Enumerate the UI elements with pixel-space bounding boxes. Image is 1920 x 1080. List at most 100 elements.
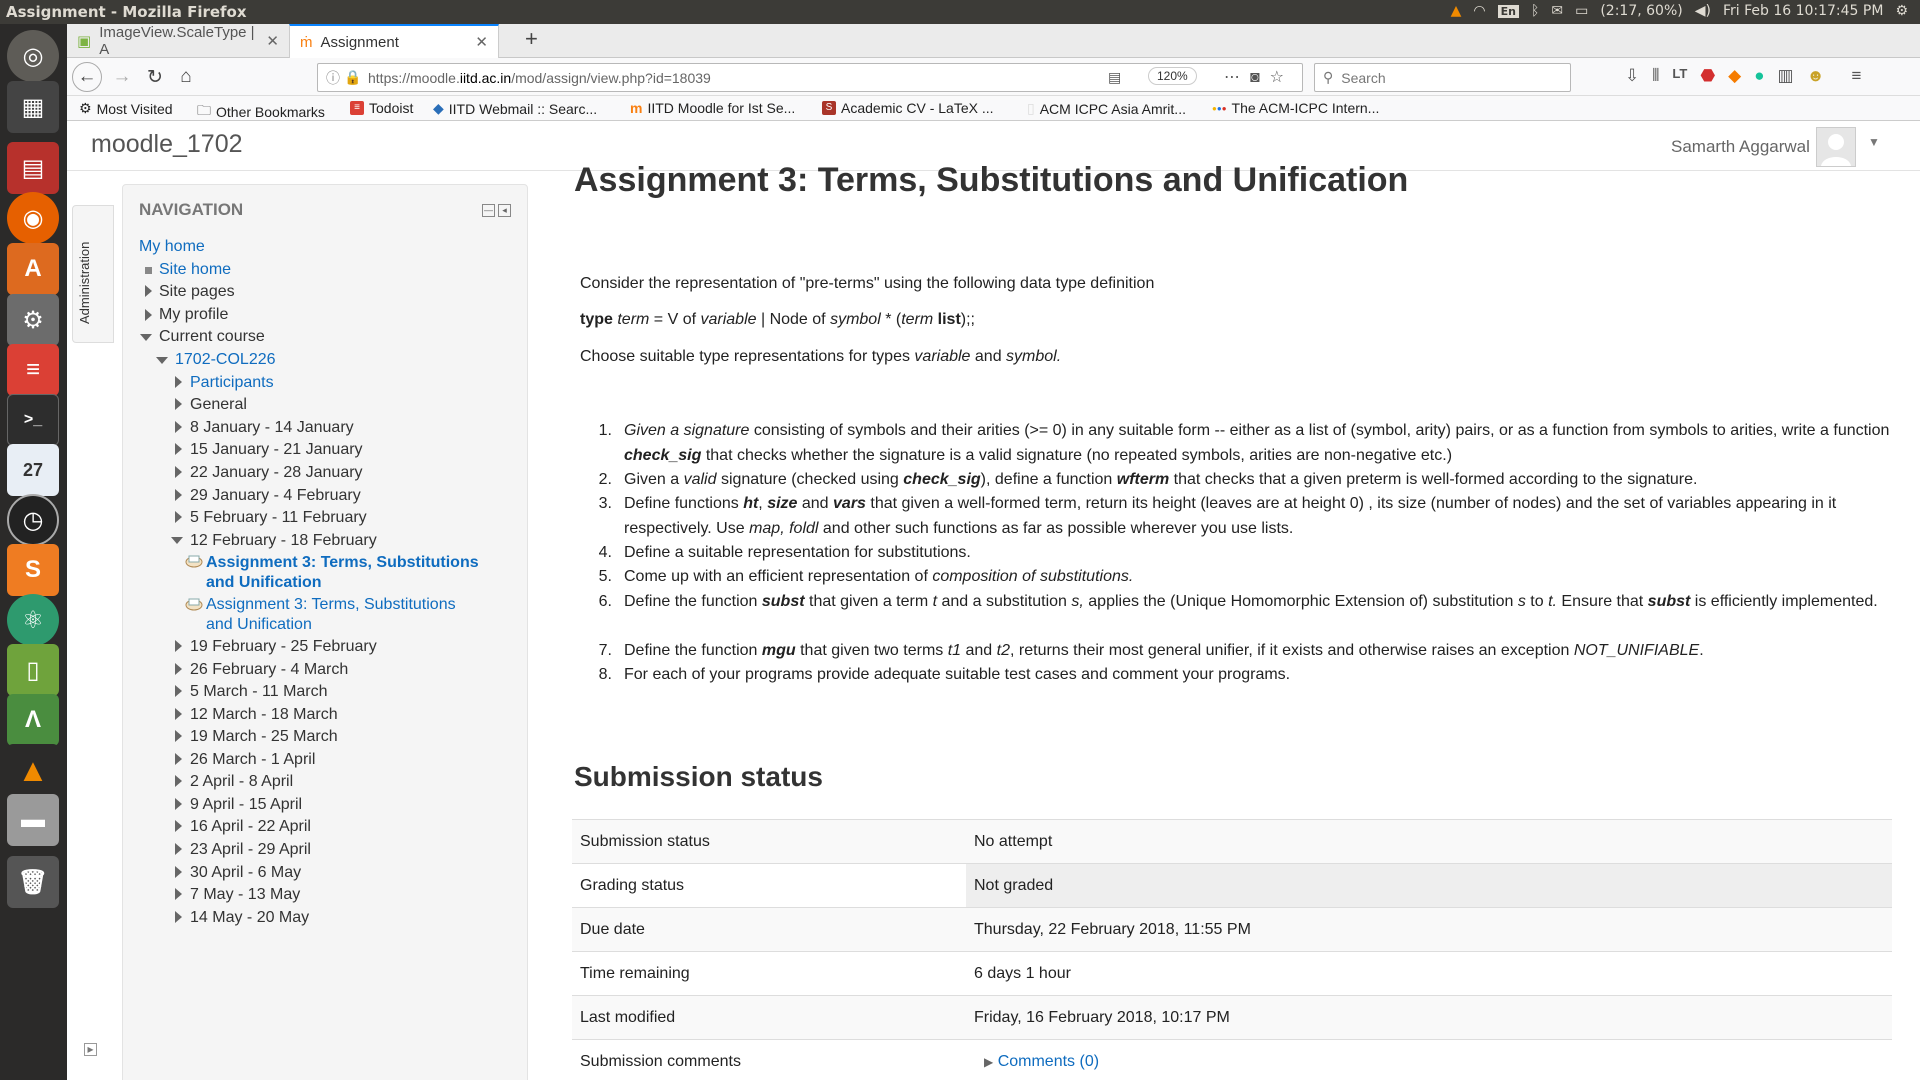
close-tab-icon[interactable]: ✕ — [266, 32, 279, 50]
tab-imageview[interactable]: ▣ ImageView.ScaleType | A ✕ — [67, 24, 289, 58]
nav-week[interactable]: 12 March - 18 March — [190, 704, 338, 725]
menu-icon[interactable]: ≡ — [1851, 66, 1861, 86]
disk-drive-icon[interactable]: ▬ — [7, 794, 59, 846]
settings-icon[interactable]: ⚙ — [7, 294, 59, 346]
trash-icon[interactable]: 🗑 — [7, 856, 59, 908]
vlc-icon[interactable]: ▲ — [7, 744, 59, 796]
user-menu-caret-icon[interactable]: ▼ — [1868, 135, 1880, 149]
volume-icon[interactable]: ◀) — [1695, 3, 1711, 19]
nav-my-home[interactable]: My home — [139, 236, 205, 257]
nav-week[interactable]: 5 March - 11 March — [190, 681, 328, 702]
nav-assignment-active[interactable]: Assignment 3: Terms, Substitutions — [206, 552, 479, 573]
nav-assignment-active-line2[interactable]: and Unification — [206, 572, 322, 593]
back-button[interactable]: ← — [72, 62, 102, 92]
collapse-block-icon[interactable]: — — [482, 204, 495, 217]
downloads-icon[interactable]: ⇩ — [1625, 66, 1639, 86]
site-name[interactable]: moodle_1702 — [91, 130, 243, 159]
sublime-text-icon[interactable]: S — [7, 544, 59, 596]
bookmark-iitd-webmail[interactable]: ◆ IITD Webmail :: Searc... — [433, 100, 597, 117]
zoom-indicator[interactable]: 120% — [1148, 67, 1197, 85]
nav-site-home[interactable]: Site home — [159, 259, 231, 280]
bookmark-star-icon[interactable]: ☆ — [1270, 69, 1294, 86]
terminal-icon[interactable]: >_ — [7, 394, 59, 446]
nav-week[interactable]: 2 April - 8 April — [190, 771, 293, 792]
software-center-icon[interactable]: A — [7, 243, 59, 295]
bookmark-most-visited[interactable]: ⚙ Most Visited — [79, 100, 173, 117]
firefox-icon[interactable]: ◉ — [7, 192, 59, 244]
nav-week[interactable]: 16 April - 22 April — [190, 816, 311, 837]
reload-button[interactable]: ↻ — [142, 64, 168, 90]
nav-week[interactable]: 26 March - 1 April — [190, 749, 315, 770]
clock[interactable]: Fri Feb 16 10:17:45 PM — [1723, 3, 1883, 19]
bluetooth-icon[interactable]: ᛒ — [1531, 3, 1539, 19]
nav-course[interactable]: 1702-COL226 — [175, 349, 276, 370]
battery-icon[interactable]: ▭ — [1575, 3, 1588, 19]
home-button[interactable]: ⌂ — [173, 64, 199, 90]
battery-status[interactable]: (2:17, 60%) — [1600, 3, 1682, 19]
keyboard-layout-indicator[interactable]: En — [1497, 4, 1519, 18]
dock-block-icon[interactable]: ▸ — [84, 1043, 97, 1056]
avatar[interactable] — [1816, 127, 1856, 167]
nav-week[interactable]: 29 January - 4 February — [190, 485, 361, 506]
atom-editor-icon[interactable]: ⚛ — [7, 594, 59, 646]
nav-week[interactable]: 26 February - 4 March — [190, 659, 348, 680]
secure-lock-icon[interactable]: 🔒 — [344, 69, 361, 86]
nav-week[interactable]: 8 January - 14 January — [190, 417, 354, 438]
reader-view-icon[interactable]: ▤ — [1108, 69, 1121, 86]
languagetool-icon[interactable]: LT — [1672, 66, 1687, 86]
nav-week[interactable]: 19 March - 25 March — [190, 726, 338, 747]
nav-week[interactable]: 7 May - 13 May — [190, 884, 300, 905]
ubuntu-dash-icon[interactable]: ◎ — [7, 30, 59, 82]
nav-participants[interactable]: Participants — [190, 372, 274, 393]
expand-arrow-icon[interactable]: ▶ — [984, 1055, 993, 1069]
forward-button[interactable]: → — [109, 64, 135, 90]
pocket-icon[interactable]: ◙ — [1250, 69, 1270, 86]
file-manager-icon[interactable]: ▤ — [7, 142, 59, 194]
bookmark-acm-icpc-intern[interactable]: ●●● The ACM-ICPC Intern... — [1212, 100, 1379, 116]
nav-current-course[interactable]: Current course — [159, 326, 265, 347]
adblock-icon[interactable]: ⬣ — [1700, 66, 1715, 86]
nav-week[interactable]: 14 May - 20 May — [190, 907, 309, 928]
new-tab-icon[interactable]: + — [525, 26, 538, 52]
site-info-icon[interactable]: ⓘ — [326, 68, 340, 88]
todoist-icon[interactable]: ≡ — [7, 344, 59, 396]
url-bar[interactable]: ⓘ 🔒 https://moodle.iitd.ac.in/mod/assign… — [317, 63, 1303, 92]
nav-site-pages[interactable]: Site pages — [159, 281, 235, 302]
clock-app-icon[interactable]: ◷ — [7, 494, 59, 546]
comments-link[interactable]: Comments (0) — [998, 1053, 1099, 1070]
nav-week[interactable]: 23 April - 29 April — [190, 839, 311, 860]
extension-orange-icon[interactable]: ◆ — [1728, 66, 1741, 86]
nav-week[interactable]: 22 January - 28 January — [190, 462, 363, 483]
wifi-icon[interactable]: ◠ — [1473, 3, 1485, 19]
dock-block-icon[interactable]: ◂ — [498, 204, 511, 217]
bookmark-acm-icpc-asia[interactable]: ▯ ACM ICPC Asia Amrit... — [1027, 100, 1186, 117]
nav-assignment-line2[interactable]: and Unification — [206, 614, 312, 635]
url-text[interactable]: https://moodle.iitd.ac.in/mod/assign/vie… — [368, 70, 711, 86]
extension-face-icon[interactable]: ☻ — [1807, 66, 1825, 86]
power-gear-icon[interactable]: ⚙ — [1895, 3, 1908, 19]
close-tab-icon[interactable]: ✕ — [475, 33, 488, 51]
workspace-switcher-icon[interactable]: ▦ — [7, 81, 59, 133]
bookmark-academic-cv[interactable]: S Academic CV - LaTeX ... — [822, 100, 994, 116]
calendar-icon[interactable]: 27 — [7, 444, 59, 496]
android-studio-icon[interactable]: Λ — [7, 694, 59, 746]
grammarly-icon[interactable]: ● — [1754, 66, 1764, 86]
nav-week[interactable]: 5 February - 11 February — [190, 507, 367, 528]
user-name[interactable]: Samarth Aggarwal — [1671, 137, 1810, 157]
bookmark-iitd-moodle[interactable]: m IITD Moodle for Ist Se... — [630, 100, 795, 116]
nav-assignment[interactable]: Assignment 3: Terms, Substitutions — [206, 594, 456, 615]
nav-week[interactable]: 30 April - 6 May — [190, 862, 301, 883]
nav-week[interactable]: 19 February - 25 February — [190, 636, 377, 657]
nav-current-week[interactable]: 12 February - 18 February — [190, 530, 377, 551]
tab-assignment[interactable]: ṁ Assignment ✕ — [289, 24, 499, 58]
mail-icon[interactable]: ✉ — [1551, 3, 1563, 19]
vlc-tray-icon[interactable]: ▲ — [1451, 3, 1462, 19]
nav-my-profile[interactable]: My profile — [159, 304, 228, 325]
sidebar-icon[interactable]: ▥ — [1778, 66, 1794, 86]
administration-tab[interactable]: Administration — [72, 205, 114, 343]
nav-general[interactable]: General — [190, 394, 247, 415]
nav-week[interactable]: 9 April - 15 April — [190, 794, 302, 815]
bookmark-todoist[interactable]: ≡ Todoist — [350, 100, 413, 116]
nav-week[interactable]: 15 January - 21 January — [190, 439, 363, 460]
page-actions-icon[interactable]: ⋯ — [1224, 69, 1250, 86]
